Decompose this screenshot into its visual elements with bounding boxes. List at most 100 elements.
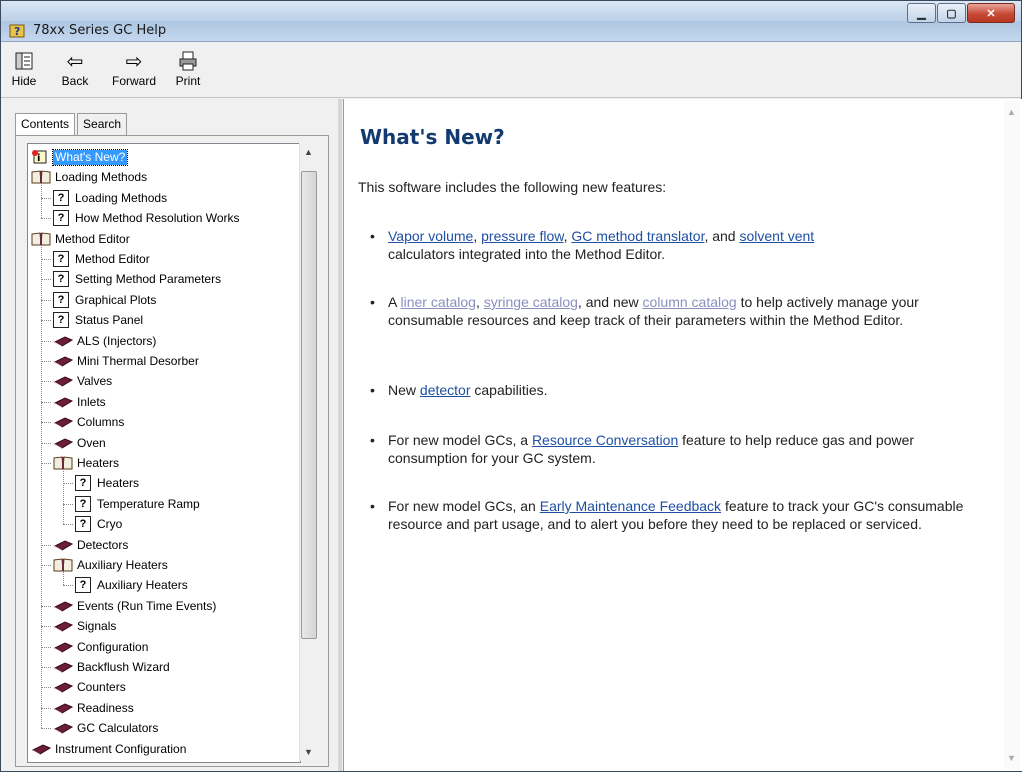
solvent-vent-link[interactable]: solvent vent: [739, 228, 814, 244]
tab-search[interactable]: Search: [77, 113, 128, 137]
tree-item[interactable]: ? Auxiliary Heaters: [75, 575, 190, 595]
tree-item[interactable]: ? Setting Method Parameters: [53, 269, 223, 289]
forward-button[interactable]: ⇨ Forward: [109, 48, 159, 89]
tree-item-label: Detectors: [77, 537, 129, 552]
pressure-flow-link[interactable]: pressure flow: [481, 228, 563, 244]
tree-item[interactable]: ? How Method Resolution Works: [53, 208, 242, 228]
tree-item[interactable]: Backflush Wizard: [53, 657, 172, 677]
minimize-button[interactable]: ▁: [907, 3, 936, 23]
tree-item[interactable]: Detectors: [53, 535, 130, 555]
tree-item-label: GC Calculators: [77, 721, 159, 736]
tree-item[interactable]: ? Temperature Ramp: [75, 494, 202, 514]
tree-item[interactable]: Signals: [53, 616, 118, 636]
tree-connector: [41, 279, 51, 281]
help-page-icon: ?: [53, 210, 73, 227]
topic-scrollbar[interactable]: ▲ ▼: [1004, 101, 1020, 769]
back-button[interactable]: ⇦ Back: [55, 48, 95, 89]
tree-item-label: Graphical Plots: [75, 292, 157, 307]
resource-conversation-link[interactable]: Resource Conversation: [532, 432, 678, 448]
topic-scroll-down-icon[interactable]: ▼: [1007, 753, 1016, 763]
tree-item-label: Temperature Ramp: [97, 496, 200, 511]
close-button[interactable]: ✕: [967, 3, 1015, 23]
tree-scroll-thumb[interactable]: [301, 171, 317, 639]
contents-tree[interactable]: i What's New? Loading Methods ? Loading Meth…: [27, 143, 301, 763]
back-arrow-icon: ⇦: [66, 50, 84, 73]
tree-item[interactable]: ? Graphical Plots: [53, 290, 158, 310]
tree-item[interactable]: Readiness: [53, 698, 136, 718]
tree-item[interactable]: Columns: [53, 412, 126, 432]
topic-heading: What's New?: [360, 125, 505, 149]
tree-scrollbar[interactable]: ▲ ▼: [299, 143, 317, 761]
tree-item[interactable]: ? Loading Methods: [53, 188, 169, 208]
tree-item-label: Loading Methods: [55, 170, 148, 185]
book-closed-icon: [53, 354, 75, 368]
print-button[interactable]: Print: [171, 48, 205, 88]
help-page-icon: ?: [75, 475, 95, 492]
tree-item[interactable]: Auxiliary Heaters: [53, 555, 170, 575]
book-closed-icon: [31, 742, 53, 756]
tree-item[interactable]: Method Editor: [31, 229, 132, 249]
topic-scroll-up-icon[interactable]: ▲: [1007, 107, 1016, 117]
book-closed-icon: [53, 538, 75, 552]
tree-item[interactable]: GC Calculators: [53, 718, 160, 738]
tree-item[interactable]: Events (Run Time Events): [53, 596, 218, 616]
maximize-button[interactable]: ▢: [937, 3, 966, 23]
scroll-down-icon[interactable]: ▼: [304, 747, 313, 757]
tree-connector: [63, 585, 73, 587]
tree-item[interactable]: ? Heaters: [75, 473, 141, 493]
tree-item[interactable]: ? Cryo: [75, 514, 124, 534]
gc-method-translator-link[interactable]: GC method translator: [571, 228, 704, 244]
scroll-up-icon[interactable]: ▲: [304, 147, 313, 157]
early-maintenance-feedback-link[interactable]: Early Maintenance Feedback: [540, 498, 721, 514]
topic-intro: This software includes the following new…: [358, 179, 667, 195]
liner-catalog-link[interactable]: liner catalog: [400, 294, 476, 310]
pane-splitter[interactable]: [338, 99, 342, 771]
tree-connector: [41, 707, 51, 709]
vapor-volume-link[interactable]: Vapor volume: [388, 228, 473, 244]
feature-bullet-3: New detector capabilities.: [370, 381, 988, 399]
tree-item[interactable]: Loading Methods: [31, 167, 149, 187]
tree-item-label: Heaters: [97, 476, 140, 491]
help-page-icon: ?: [53, 251, 73, 267]
tree-connector: [41, 605, 51, 607]
tree-item[interactable]: i What's New?: [31, 147, 129, 167]
title-bar[interactable]: ? 78xx Series GC Help ▁ ▢ ✕: [1, 1, 1021, 42]
tree-connector: [41, 218, 51, 220]
tree-item-label: How Method Resolution Works: [75, 211, 240, 226]
detector-link[interactable]: detector: [420, 382, 471, 398]
syringe-catalog-link[interactable]: syringe catalog: [484, 294, 578, 310]
tree-item[interactable]: ? Method Editor: [53, 249, 152, 269]
printer-icon: [171, 48, 205, 74]
hide-pane-icon: [9, 48, 39, 74]
window-title: 78xx Series GC Help: [33, 23, 167, 38]
tree-item[interactable]: ? Status Panel: [53, 310, 145, 330]
tree-connector: [41, 544, 51, 546]
tree-item[interactable]: ALS (Injectors): [53, 331, 158, 351]
tree-item-label: Events (Run Time Events): [77, 598, 217, 613]
tree-item[interactable]: Mini Thermal Desorber: [53, 351, 201, 371]
column-catalog-link[interactable]: column catalog: [643, 294, 737, 310]
svg-text:i: i: [37, 153, 40, 164]
tree-item[interactable]: Instrument Configuration: [31, 739, 188, 759]
toolbar: Hide ⇦ Back ⇨ Forward Print: [1, 42, 1021, 98]
tree-item[interactable]: Counters: [53, 677, 128, 697]
tree-item-label: Auxiliary Heaters: [77, 558, 168, 572]
tree-item-label: Heaters: [77, 456, 120, 470]
hide-button[interactable]: Hide: [9, 48, 39, 88]
tree-connector: [63, 524, 73, 526]
tree-item[interactable]: Oven: [53, 433, 108, 453]
tree-item-label: Columns: [77, 415, 125, 430]
tree-item[interactable]: Configuration: [53, 637, 150, 657]
tree-item-label: Method Editor: [55, 231, 130, 246]
tree-item[interactable]: Valves: [53, 371, 114, 391]
tree-item-label: Cryo: [97, 517, 123, 532]
feature-bullet-1: Vapor volume, pressure flow, GC method t…: [370, 227, 988, 263]
tree-item-label: Valves: [77, 374, 113, 389]
bullet-1-text: calculators integrated into the Method E…: [388, 246, 666, 262]
tree-connector: [41, 381, 51, 383]
tree-item-label: Status Panel: [75, 313, 144, 328]
tree-connector: [41, 361, 51, 362]
new-topic-icon: i: [31, 150, 53, 164]
hide-label: Hide: [11, 74, 37, 88]
tree-item[interactable]: Inlets: [53, 392, 108, 412]
